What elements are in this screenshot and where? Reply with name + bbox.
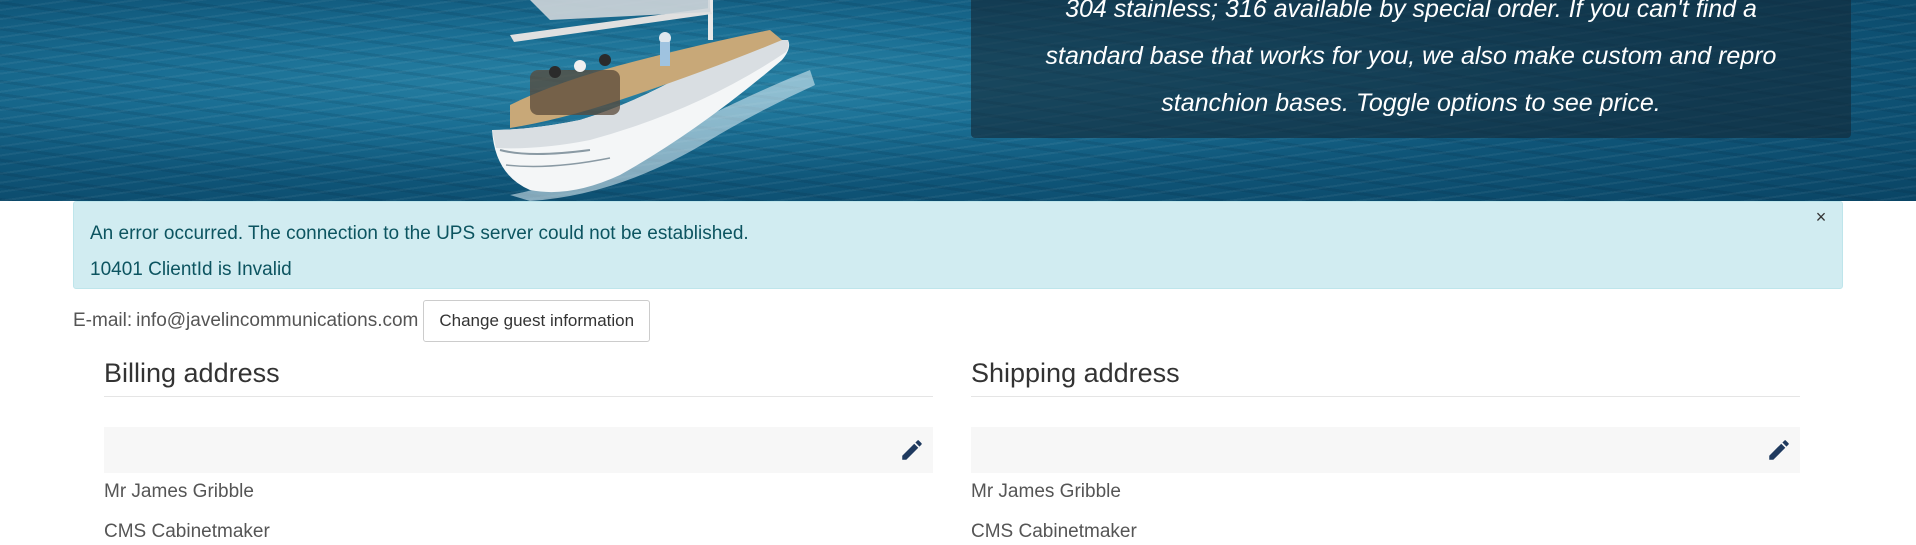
- shipping-address-toolbar: [971, 427, 1800, 473]
- shipping-name: Mr James Gribble: [971, 481, 1121, 502]
- pencil-icon[interactable]: [1766, 437, 1792, 463]
- billing-address-title: Billing address: [104, 350, 933, 397]
- close-icon[interactable]: ×: [1810, 206, 1832, 228]
- guest-email: info@javelincommunications.com: [136, 310, 419, 331]
- error-alert: An error occurred. The connection to the…: [73, 201, 1843, 289]
- alert-detail: 10401 ClientId is Invalid: [90, 259, 292, 280]
- product-info-box: 304 stainless; 316 available by special …: [971, 0, 1851, 138]
- billing-address-toolbar: [104, 427, 933, 473]
- sailboat-image: [492, 0, 815, 201]
- shipping-company: CMS Cabinetmaker: [971, 521, 1137, 542]
- change-guest-info-button[interactable]: Change guest information: [423, 300, 651, 342]
- guest-info: E-mail: info@javelincommunications.com C…: [73, 300, 651, 342]
- shipping-address-section: Shipping address Mr James Gribble CMS Ca…: [971, 350, 1800, 545]
- info-text-line: 304 stainless; 316 available by special …: [1065, 0, 1757, 23]
- hero-banner: 304 stainless; 316 available by special …: [0, 0, 1916, 201]
- billing-company: CMS Cabinetmaker: [104, 521, 270, 542]
- info-text-line: standard base that works for you, we als…: [1045, 42, 1777, 70]
- email-label: E-mail:: [73, 310, 133, 331]
- billing-name: Mr James Gribble: [104, 481, 254, 502]
- pencil-icon[interactable]: [899, 437, 925, 463]
- billing-address-section: Billing address Mr James Gribble CMS Cab…: [104, 350, 933, 545]
- alert-message: An error occurred. The connection to the…: [90, 223, 749, 244]
- info-text-line: stanchion bases. Toggle options to see p…: [1161, 89, 1661, 117]
- shipping-address-title: Shipping address: [971, 350, 1800, 397]
